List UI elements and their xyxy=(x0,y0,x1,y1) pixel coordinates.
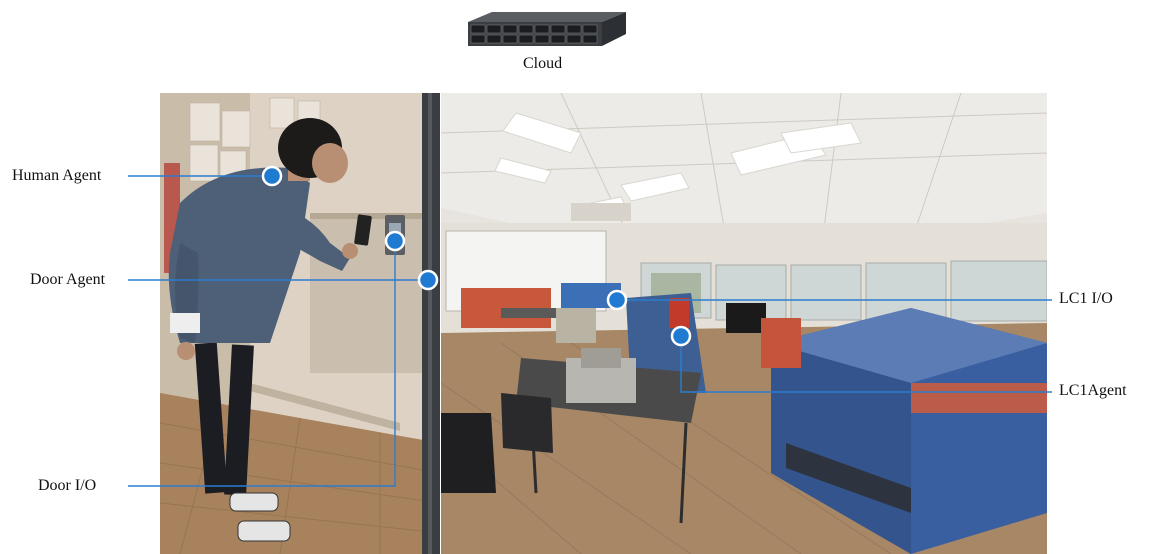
server-rack-icon xyxy=(468,12,626,46)
photo-door-scene xyxy=(160,93,440,554)
label-door-io: Door I/O xyxy=(38,477,97,494)
label-lc1-io: LC1 I/O xyxy=(1059,290,1113,307)
photo-laser-lab xyxy=(441,93,1047,554)
label-lc1-agent: LC1Agent xyxy=(1059,382,1127,399)
label-door-agent: Door Agent xyxy=(30,271,106,288)
cloud-label: Cloud xyxy=(523,55,563,72)
label-human-agent: Human Agent xyxy=(12,167,102,184)
